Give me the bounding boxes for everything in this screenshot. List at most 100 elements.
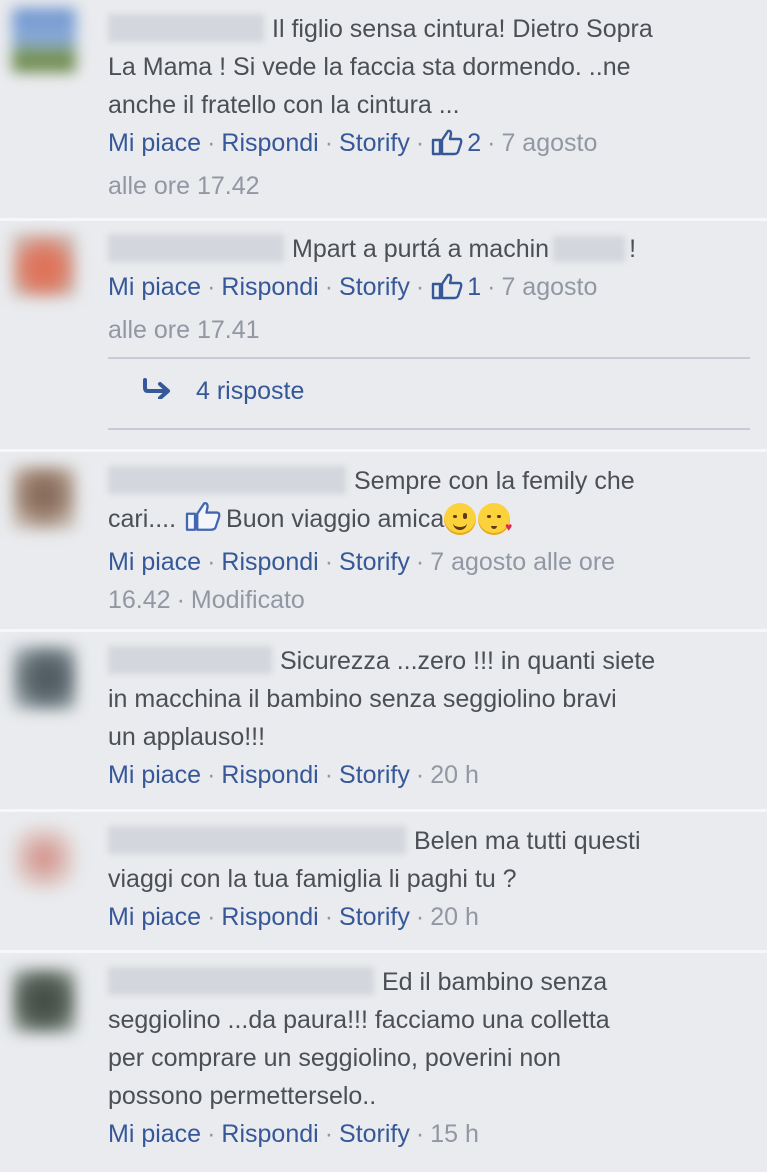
separator: ·: [207, 129, 216, 157]
view-replies-link[interactable]: 4 risposte: [142, 377, 304, 406]
timestamp[interactable]: 7 agosto: [501, 273, 597, 301]
timestamp[interactable]: 20 h: [430, 903, 479, 931]
comment-text-line: viaggi con la tua famiglia li paghi tu ?: [108, 865, 517, 893]
separator: ·: [415, 1120, 425, 1148]
separator: ·: [207, 903, 216, 931]
storify-link[interactable]: Storify: [339, 761, 410, 789]
avatar[interactable]: [12, 466, 76, 530]
comment-4: Sicurezza ...zero !!! in quanti siete in…: [0, 632, 767, 809]
comment-text-line: La Mama ! Si vede la faccia sta dormendo…: [108, 53, 631, 81]
timestamp[interactable]: 16.42: [108, 586, 171, 614]
comment-actions: Mi piace · Rispondi · Storify · 1 · 7 agosto all…: [108, 268, 755, 349]
separator: ·: [415, 273, 425, 301]
like-link[interactable]: Mi piace: [108, 273, 201, 301]
divider: [108, 357, 750, 359]
comment-text-line: in macchina il bambino senza seggiolino …: [108, 685, 617, 713]
reply-link[interactable]: Rispondi: [221, 1120, 318, 1148]
author-name[interactable]: [108, 14, 264, 42]
comment-actions: Mi piace · Rispondi · Storify · 20 h: [108, 756, 755, 794]
comment-text-line: possono permetterselo..: [108, 1082, 377, 1110]
edited-label[interactable]: Modificato: [191, 586, 305, 614]
storify-link[interactable]: Storify: [339, 1120, 410, 1148]
reply-link[interactable]: Rispondi: [221, 761, 318, 789]
timestamp[interactable]: alle ore 17.42: [108, 172, 260, 200]
reply-link[interactable]: Rispondi: [221, 273, 318, 301]
reply-arrow-icon: [142, 377, 172, 406]
like-link[interactable]: Mi piace: [108, 548, 201, 576]
comment-text: !: [629, 235, 637, 263]
storify-link[interactable]: Storify: [339, 548, 410, 576]
thumbs-up-icon: [183, 500, 223, 543]
separator: ·: [415, 129, 425, 157]
separator: ·: [176, 586, 185, 614]
storify-link[interactable]: Storify: [339, 129, 410, 157]
like-count[interactable]: 2: [467, 129, 481, 157]
like-count[interactable]: 1: [467, 273, 481, 301]
timestamp[interactable]: alle ore 17.41: [108, 316, 260, 344]
author-name[interactable]: [108, 826, 406, 854]
kiss-emoji-icon: ♥: [478, 503, 512, 535]
comment-6: Ed il bambino senza seggiolino ...da pau…: [0, 953, 767, 1172]
avatar[interactable]: [12, 8, 76, 72]
separator: ·: [487, 129, 496, 157]
replies-count[interactable]: 4 risposte: [196, 377, 304, 406]
thumbs-up-icon[interactable]: [430, 128, 464, 167]
separator: ·: [415, 761, 425, 789]
separator: ·: [324, 903, 334, 931]
reply-link[interactable]: Rispondi: [221, 903, 318, 931]
comment-3: Sempre con la femily che cari.... Buon v…: [0, 452, 767, 629]
wink-emoji-icon: [444, 503, 477, 535]
redacted-word: [553, 236, 626, 262]
comment-5: Belen ma tutti questi viaggi con la tua …: [0, 812, 767, 950]
thumbs-up-icon[interactable]: [430, 272, 464, 311]
comment-text-line: un applauso!!!: [108, 723, 266, 751]
separator: ·: [324, 1120, 334, 1148]
author-name[interactable]: [108, 234, 284, 262]
comment-text: Buon viaggio amica: [226, 505, 445, 533]
avatar[interactable]: [12, 233, 76, 297]
separator: ·: [207, 761, 216, 789]
separator: ·: [207, 273, 216, 301]
timestamp[interactable]: 15 h: [430, 1120, 479, 1148]
comment-actions: Mi piace · Rispondi · Storify · 2 · 7 agosto all…: [108, 124, 755, 205]
comment-thread: Il figlio sensa cintura! Dietro Sopra La…: [0, 0, 767, 1172]
separator: ·: [207, 548, 216, 576]
comment-text-line: per comprare un seggiolino, poverini non: [108, 1044, 562, 1072]
comment-text-line: seggiolino ...da paura!!! facciamo una c…: [108, 1006, 610, 1034]
timestamp[interactable]: 20 h: [430, 761, 479, 789]
comment-text-line: Sempre con la femily che: [354, 467, 635, 495]
like-link[interactable]: Mi piace: [108, 129, 201, 157]
avatar[interactable]: [12, 826, 76, 890]
separator: ·: [324, 129, 334, 157]
storify-link[interactable]: Storify: [339, 903, 410, 931]
separator: ·: [324, 273, 334, 301]
like-link[interactable]: Mi piace: [108, 761, 201, 789]
author-name[interactable]: [108, 967, 374, 995]
comment-actions: Mi piace · Rispondi · Storify · 15 h: [108, 1115, 755, 1153]
comment-text-line: Il figlio sensa cintura! Dietro Sopra: [272, 15, 653, 43]
comment-2: Mpart a purtá a machin! Mi piace · Rispond…: [0, 221, 767, 449]
avatar[interactable]: [12, 646, 76, 710]
like-link[interactable]: Mi piace: [108, 1120, 201, 1148]
separator: ·: [324, 548, 334, 576]
comment-text-line: Sicurezza ...zero !!! in quanti siete: [280, 647, 656, 675]
avatar[interactable]: [12, 969, 76, 1033]
comment-actions: Mi piace · Rispondi · Storify · 20 h: [108, 898, 755, 936]
comment-text: cari....: [108, 505, 177, 533]
comment-text-line: Belen ma tutti questi: [414, 827, 641, 855]
storify-link[interactable]: Storify: [339, 273, 410, 301]
author-name[interactable]: [108, 466, 346, 494]
separator: ·: [324, 761, 334, 789]
separator: ·: [415, 903, 425, 931]
comment-actions: Mi piace · Rispondi · Storify · 7 agosto alle …: [108, 543, 755, 619]
comment-text-line: Ed il bambino senza: [382, 968, 608, 996]
like-link[interactable]: Mi piace: [108, 903, 201, 931]
comment-1: Il figlio sensa cintura! Dietro Sopra La…: [0, 0, 767, 218]
timestamp[interactable]: 7 agosto alle ore: [430, 548, 615, 576]
separator: ·: [415, 548, 425, 576]
reply-link[interactable]: Rispondi: [221, 129, 318, 157]
reply-link[interactable]: Rispondi: [221, 548, 318, 576]
separator: ·: [487, 273, 496, 301]
timestamp[interactable]: 7 agosto: [501, 129, 597, 157]
author-name[interactable]: [108, 646, 272, 674]
